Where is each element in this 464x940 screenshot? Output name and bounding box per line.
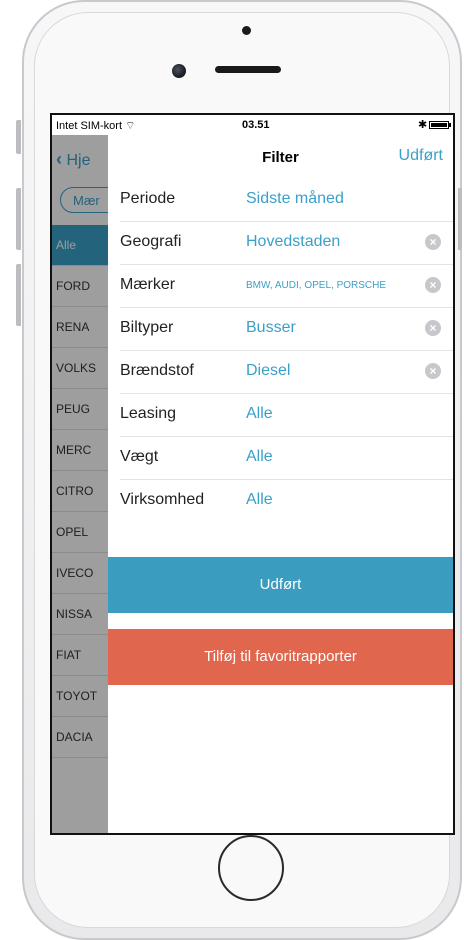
filter-navbar: Filter Udført [108,135,453,179]
done-button[interactable]: Udført [108,557,453,613]
filter-value: Busser [246,319,296,336]
filter-value: Alle [246,405,273,422]
mute-switch [16,120,21,154]
earpiece-speaker [215,66,281,73]
filter-label: Biltyper [120,319,174,336]
bluetooth-icon: ✱ [418,119,428,131]
clear-icon[interactable]: × [425,234,441,250]
filter-value: Diesel [246,362,291,379]
filter-value: Hovedstaden [246,233,341,250]
filter-label: Vægt [120,448,159,465]
clear-icon[interactable]: × [425,320,441,336]
battery-icon [429,121,449,129]
filter-value: Alle [246,448,273,465]
filter-label: Brændstof [120,362,194,379]
filter-label: Periode [120,190,176,207]
clear-icon[interactable]: × [425,363,441,379]
filter-row-mærker[interactable]: Mærker BMW, AUDI, OPEL, PORSCHE × [120,265,453,308]
filter-value: BMW, AUDI, OPEL, PORSCHE [246,280,387,291]
status-bar: Intet SIM-kort ⌔ 03.51 ✱ [52,115,453,135]
filter-label: Leasing [120,405,177,422]
filter-row-biltyper[interactable]: Biltyper Busser × [120,308,453,351]
filter-row-leasing[interactable]: Leasing Alle [120,394,453,437]
filter-row-vægt[interactable]: Vægt Alle [120,437,453,480]
filter-row-brændstof[interactable]: Brændstof Diesel × [120,351,453,394]
carrier-label: Intet SIM-kort ⌔ [56,120,136,132]
wifi-icon: ⌔ [125,120,136,132]
filter-row-geografi[interactable]: Geografi Hovedstaden × [120,222,453,265]
filter-value: Alle [246,491,273,508]
front-sensor [242,26,251,35]
filter-label: Virksomhed [120,491,205,508]
filter-list: Periode Sidste måned Geografi Hovedstaden × M… [108,179,453,522]
filter-value: Sidste måned [246,190,344,207]
add-favorite-button[interactable]: Tilføj til favoritrapporter [108,629,453,685]
filter-row-virksomhed[interactable]: Virksomhed Alle [120,480,453,522]
filter-label: Mærker [120,276,176,293]
filter-label: Geografi [120,233,182,250]
power-button [458,188,462,250]
home-button[interactable] [218,835,284,901]
status-time: 03.51 [242,119,270,131]
nav-done-button[interactable]: Udført [399,147,443,165]
volume-up-button [16,188,21,250]
dim-overlay[interactable] [52,135,108,833]
volume-down-button [16,264,21,326]
clear-icon[interactable]: × [425,277,441,293]
filter-panel: Filter Udført Periode Sidste måned Geograf… [108,135,453,833]
battery-tip [449,123,451,127]
screen: Intet SIM-kort ⌔ 03.51 ✱ ‹ Hje Mær Alle F… [50,113,455,835]
filter-row-periode[interactable]: Periode Sidste måned [120,179,453,222]
front-camera-icon [172,64,186,78]
